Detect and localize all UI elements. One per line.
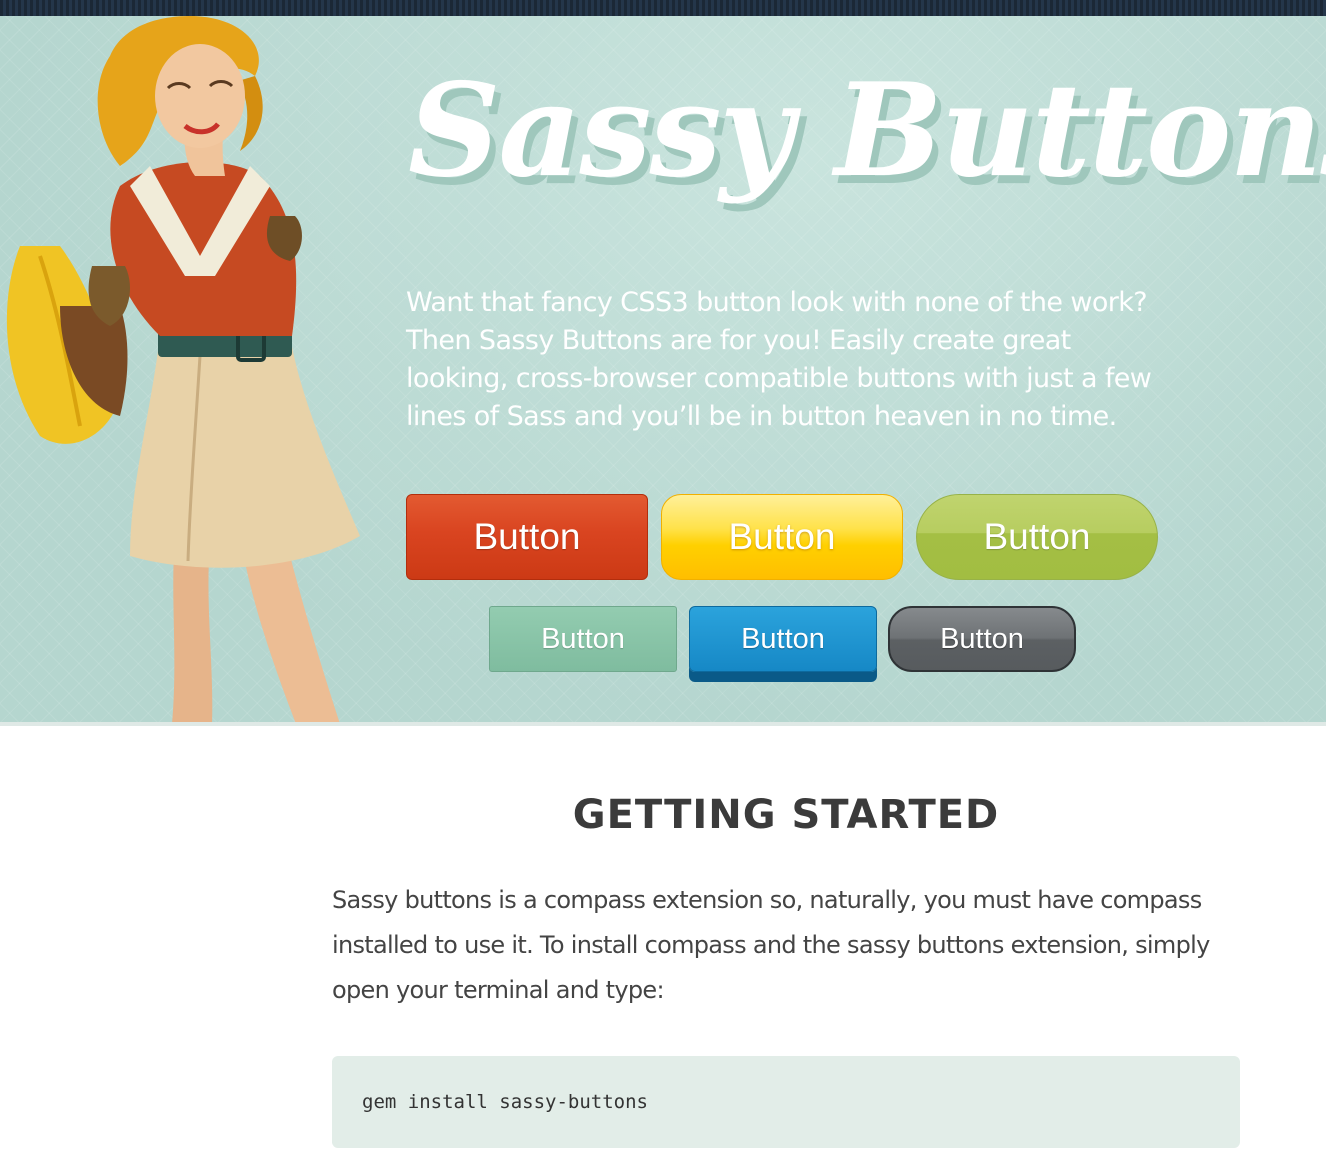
green-sample-button[interactable]: Button: [916, 494, 1158, 580]
install-command[interactable]: gem install sassy-buttons: [362, 1091, 648, 1113]
hero-section: Sassy Buttons Want that fancy CSS3 butto…: [0, 16, 1326, 724]
hero-divider: [0, 722, 1326, 726]
grey-sample-button[interactable]: Button: [888, 606, 1076, 672]
getting-started-heading: GETTING STARTED: [572, 792, 1000, 838]
top-bar: [0, 0, 1326, 16]
hero-tagline: Want that fancy CSS3 button look with no…: [406, 287, 1152, 432]
mint-sample-button[interactable]: Button: [489, 606, 677, 672]
blue-sample-button[interactable]: Button: [689, 606, 877, 672]
getting-started-text: Sassy buttons is a compass extension so,…: [332, 886, 1210, 1004]
red-sample-button[interactable]: Button: [406, 494, 648, 580]
pin-up-girl-illustration: [6, 16, 360, 724]
install-code-block: gem install sassy-buttons: [332, 1056, 1240, 1148]
page-title: Sassy Buttons: [408, 56, 1326, 206]
yellow-sample-button[interactable]: Button: [661, 494, 903, 580]
